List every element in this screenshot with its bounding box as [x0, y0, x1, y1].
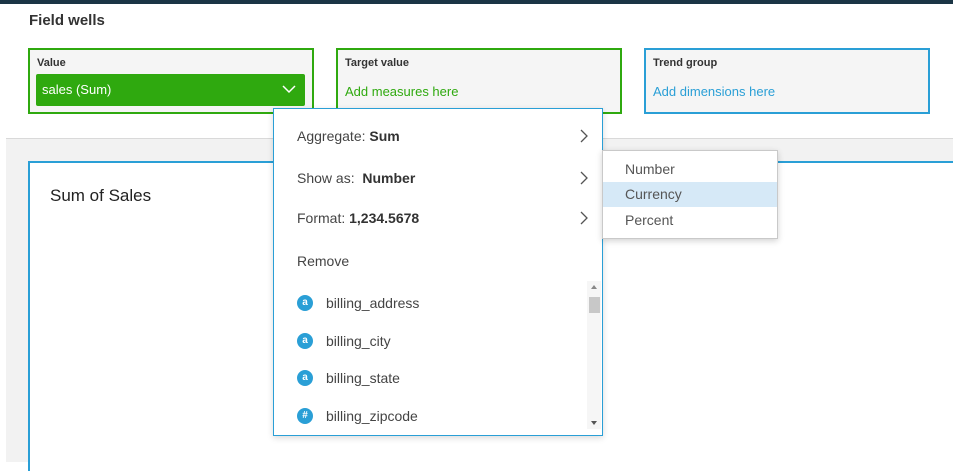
format-label: Format:	[297, 210, 346, 226]
trend-group-well-label: Trend group	[653, 57, 718, 69]
submenu-item-currency[interactable]: Currency	[603, 182, 777, 207]
value-well[interactable]: Value sales (Sum)	[28, 48, 314, 114]
string-type-icon: a	[297, 333, 313, 349]
number-type-icon: #	[297, 408, 313, 424]
target-value-well[interactable]: Target value Add measures here	[336, 48, 622, 114]
string-type-icon: a	[297, 370, 313, 386]
chevron-right-icon	[580, 171, 588, 185]
field-name: billing_state	[326, 370, 400, 386]
chevron-down-icon[interactable]	[281, 83, 297, 95]
aggregate-label: Aggregate:	[297, 128, 366, 144]
add-measures-placeholder: Add measures here	[345, 84, 459, 99]
show-as-submenu: Number Currency Percent	[602, 150, 778, 239]
submenu-item-label: Percent	[625, 212, 674, 228]
show-as-value: Number	[362, 170, 416, 186]
scroll-down-arrow-icon[interactable]	[591, 421, 597, 425]
show-as-label: Show as:	[297, 170, 355, 186]
sales-sum-field-pill[interactable]: sales (Sum)	[36, 74, 305, 106]
chevron-right-icon	[580, 129, 588, 143]
add-dimensions-placeholder: Add dimensions here	[653, 84, 776, 99]
field-name: billing_zipcode	[326, 408, 418, 424]
format-value: 1,234.5678	[349, 210, 420, 226]
trend-group-well[interactable]: Trend group Add dimensions here	[644, 48, 930, 114]
string-type-icon: a	[297, 295, 313, 311]
chevron-right-icon	[580, 211, 588, 225]
submenu-item-percent[interactable]: Percent	[603, 208, 777, 233]
field-name: billing_city	[326, 333, 391, 349]
value-well-label: Value	[37, 57, 66, 69]
format-menu-item[interactable]: Format: 1,234.5678	[297, 210, 419, 226]
aggregate-menu-item[interactable]: Aggregate: Sum	[297, 128, 400, 144]
visual-title: Sum of Sales	[50, 186, 152, 205]
scroll-up-arrow-icon[interactable]	[591, 285, 597, 289]
scrollbar-thumb[interactable]	[589, 297, 600, 313]
submenu-item-label: Currency	[625, 186, 682, 202]
submenu-item-number[interactable]: Number	[603, 157, 777, 182]
field-context-menu: Aggregate: Sum Show as: Number Format: 1…	[273, 108, 603, 436]
remove-menu-item[interactable]: Remove	[297, 253, 349, 269]
field-list-scrollbar[interactable]	[587, 281, 601, 429]
target-value-well-label: Target value	[345, 57, 409, 69]
show-as-menu-item[interactable]: Show as: Number	[297, 170, 415, 186]
field-name: billing_address	[326, 295, 420, 311]
top-bar	[0, 0, 953, 4]
submenu-item-label: Number	[625, 161, 675, 177]
field-wells-title: Field wells	[29, 12, 105, 29]
field-pill-label: sales (Sum)	[42, 82, 112, 97]
aggregate-value: Sum	[369, 128, 400, 144]
